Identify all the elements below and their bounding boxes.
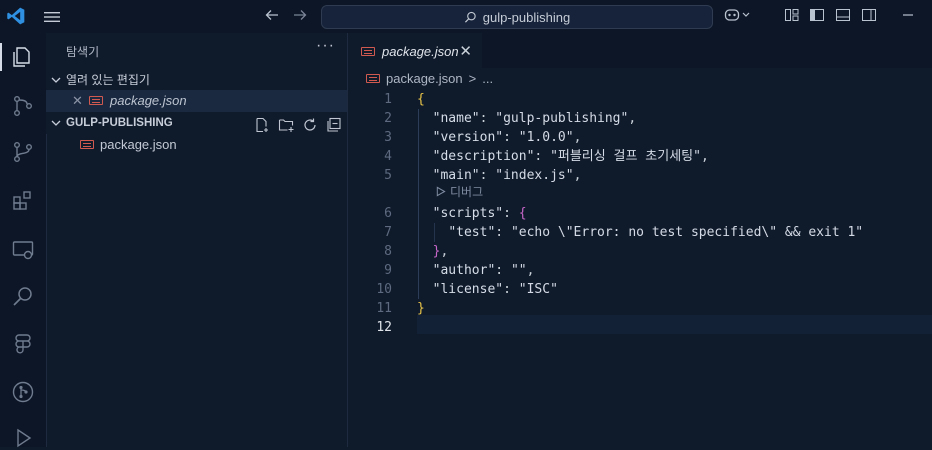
breadcrumb-file[interactable]: package.json: [386, 71, 463, 86]
line-number: 4: [384, 149, 392, 164]
source-control-icon[interactable]: [11, 140, 35, 164]
command-center-search[interactable]: gulp-publishing: [321, 5, 713, 29]
figma-icon[interactable]: [11, 332, 35, 356]
back-arrow-icon[interactable]: [264, 7, 280, 28]
debug-play-icon: [436, 186, 446, 197]
json-file-icon: [361, 47, 375, 56]
line-number: 3: [384, 130, 392, 145]
search-text: gulp-publishing: [482, 9, 571, 25]
tree-filename: package.json: [100, 137, 177, 152]
line-number: 5: [384, 168, 392, 183]
copilot-icon[interactable]: [724, 7, 752, 23]
toggle-primary-sidebar-icon[interactable]: [809, 7, 825, 23]
folder-header[interactable]: GULP-PUBLISHING: [50, 117, 173, 129]
minimize-icon[interactable]: [900, 7, 916, 23]
toggle-secondary-sidebar-icon[interactable]: [861, 7, 877, 23]
more-actions-button[interactable]: ···: [316, 37, 335, 55]
title-bar: gulp-publishing: [0, 0, 932, 33]
tree-file-item[interactable]: package.json: [80, 137, 177, 152]
line-number: 2: [384, 111, 392, 126]
line-number: 7: [384, 225, 392, 240]
extensions-icon[interactable]: [11, 189, 35, 213]
line-number: 1: [384, 92, 392, 107]
code-line: 11 }: [348, 299, 932, 318]
activity-bar: [0, 33, 46, 450]
breadcrumb-more[interactable]: ...: [482, 71, 493, 86]
breadcrumb-separator: >: [468, 71, 477, 86]
code-line: 9 "author": "",: [348, 261, 932, 280]
line-number: 12: [376, 320, 392, 335]
chevron-down-icon: [51, 77, 61, 83]
breadcrumb: package.json > ...: [366, 71, 493, 86]
search-icon[interactable]: [11, 285, 35, 309]
folder-label: GULP-PUBLISHING: [66, 117, 173, 129]
close-icon[interactable]: ✕: [459, 42, 472, 60]
active-indicator: [0, 43, 2, 71]
line-number: 9: [384, 263, 392, 278]
json-file-icon: [366, 74, 380, 83]
line-number: 6: [384, 206, 392, 221]
code-line: 3 "version": "1.0.0",: [348, 128, 932, 147]
code-line: 1 {: [348, 90, 932, 109]
chevron-down-icon: [51, 120, 61, 126]
tree-indent-guide: [46, 134, 47, 447]
open-editor-filename: package.json: [110, 93, 187, 108]
vscode-logo-icon: [6, 6, 26, 26]
code-line: 8 },: [348, 242, 932, 261]
code-line: 2 "name": "gulp-publishing",: [348, 109, 932, 128]
source-control-graph-icon[interactable]: [11, 94, 35, 118]
debug-codelens[interactable]: 디버그: [435, 183, 483, 200]
open-editors-label: 열려 있는 편집기: [66, 73, 150, 87]
explorer-icon[interactable]: [11, 45, 35, 69]
open-editors-header[interactable]: 열려 있는 편집기: [50, 71, 150, 88]
json-file-icon: [80, 140, 94, 149]
code-line: 10 "license": "ISC": [348, 280, 932, 299]
open-editor-item[interactable]: ✕ package.json: [46, 90, 347, 112]
tab-package-json[interactable]: package.json ✕: [348, 33, 482, 69]
run-debug-icon[interactable]: [11, 426, 35, 450]
toggle-panel-icon[interactable]: [835, 7, 851, 23]
code-line: 6 "scripts": {: [348, 204, 932, 223]
json-file-icon: [89, 96, 103, 105]
folder-actions: [254, 117, 342, 133]
tab-label: package.json: [382, 44, 459, 59]
remote-explorer-icon[interactable]: [11, 238, 35, 262]
explorer-title: 탐색기: [66, 45, 100, 59]
new-file-icon[interactable]: [254, 117, 270, 133]
codelens-label: 디버그: [450, 185, 484, 199]
code-line: 7 "test": "echo \"Error: no test specifi…: [348, 223, 932, 242]
new-folder-icon[interactable]: [278, 117, 294, 133]
code-editor[interactable]: 1 { 2 "name": "gulp-publishing", 3 "vers…: [348, 90, 932, 447]
code-line: 12: [348, 318, 932, 337]
explorer-sidebar: 탐색기 ··· 열려 있는 편집기 ✕ package.json GULP-PU…: [46, 33, 348, 447]
git-lens-icon[interactable]: [11, 380, 35, 404]
forward-arrow-icon[interactable]: [292, 7, 308, 28]
line-number: 11: [376, 301, 392, 316]
line-number: 8: [384, 244, 392, 259]
search-icon: [464, 11, 476, 23]
close-icon[interactable]: ✕: [72, 93, 83, 109]
refresh-icon[interactable]: [302, 117, 318, 133]
layout-customize-icon[interactable]: [784, 7, 800, 23]
collapse-all-icon[interactable]: [326, 117, 342, 133]
code-line: 4 "description": "퍼블리싱 걸프 초기세팅",: [348, 147, 932, 166]
editor-tab-bar: package.json ✕: [348, 33, 932, 69]
menu-icon[interactable]: [44, 10, 60, 22]
line-number: 10: [376, 282, 392, 297]
